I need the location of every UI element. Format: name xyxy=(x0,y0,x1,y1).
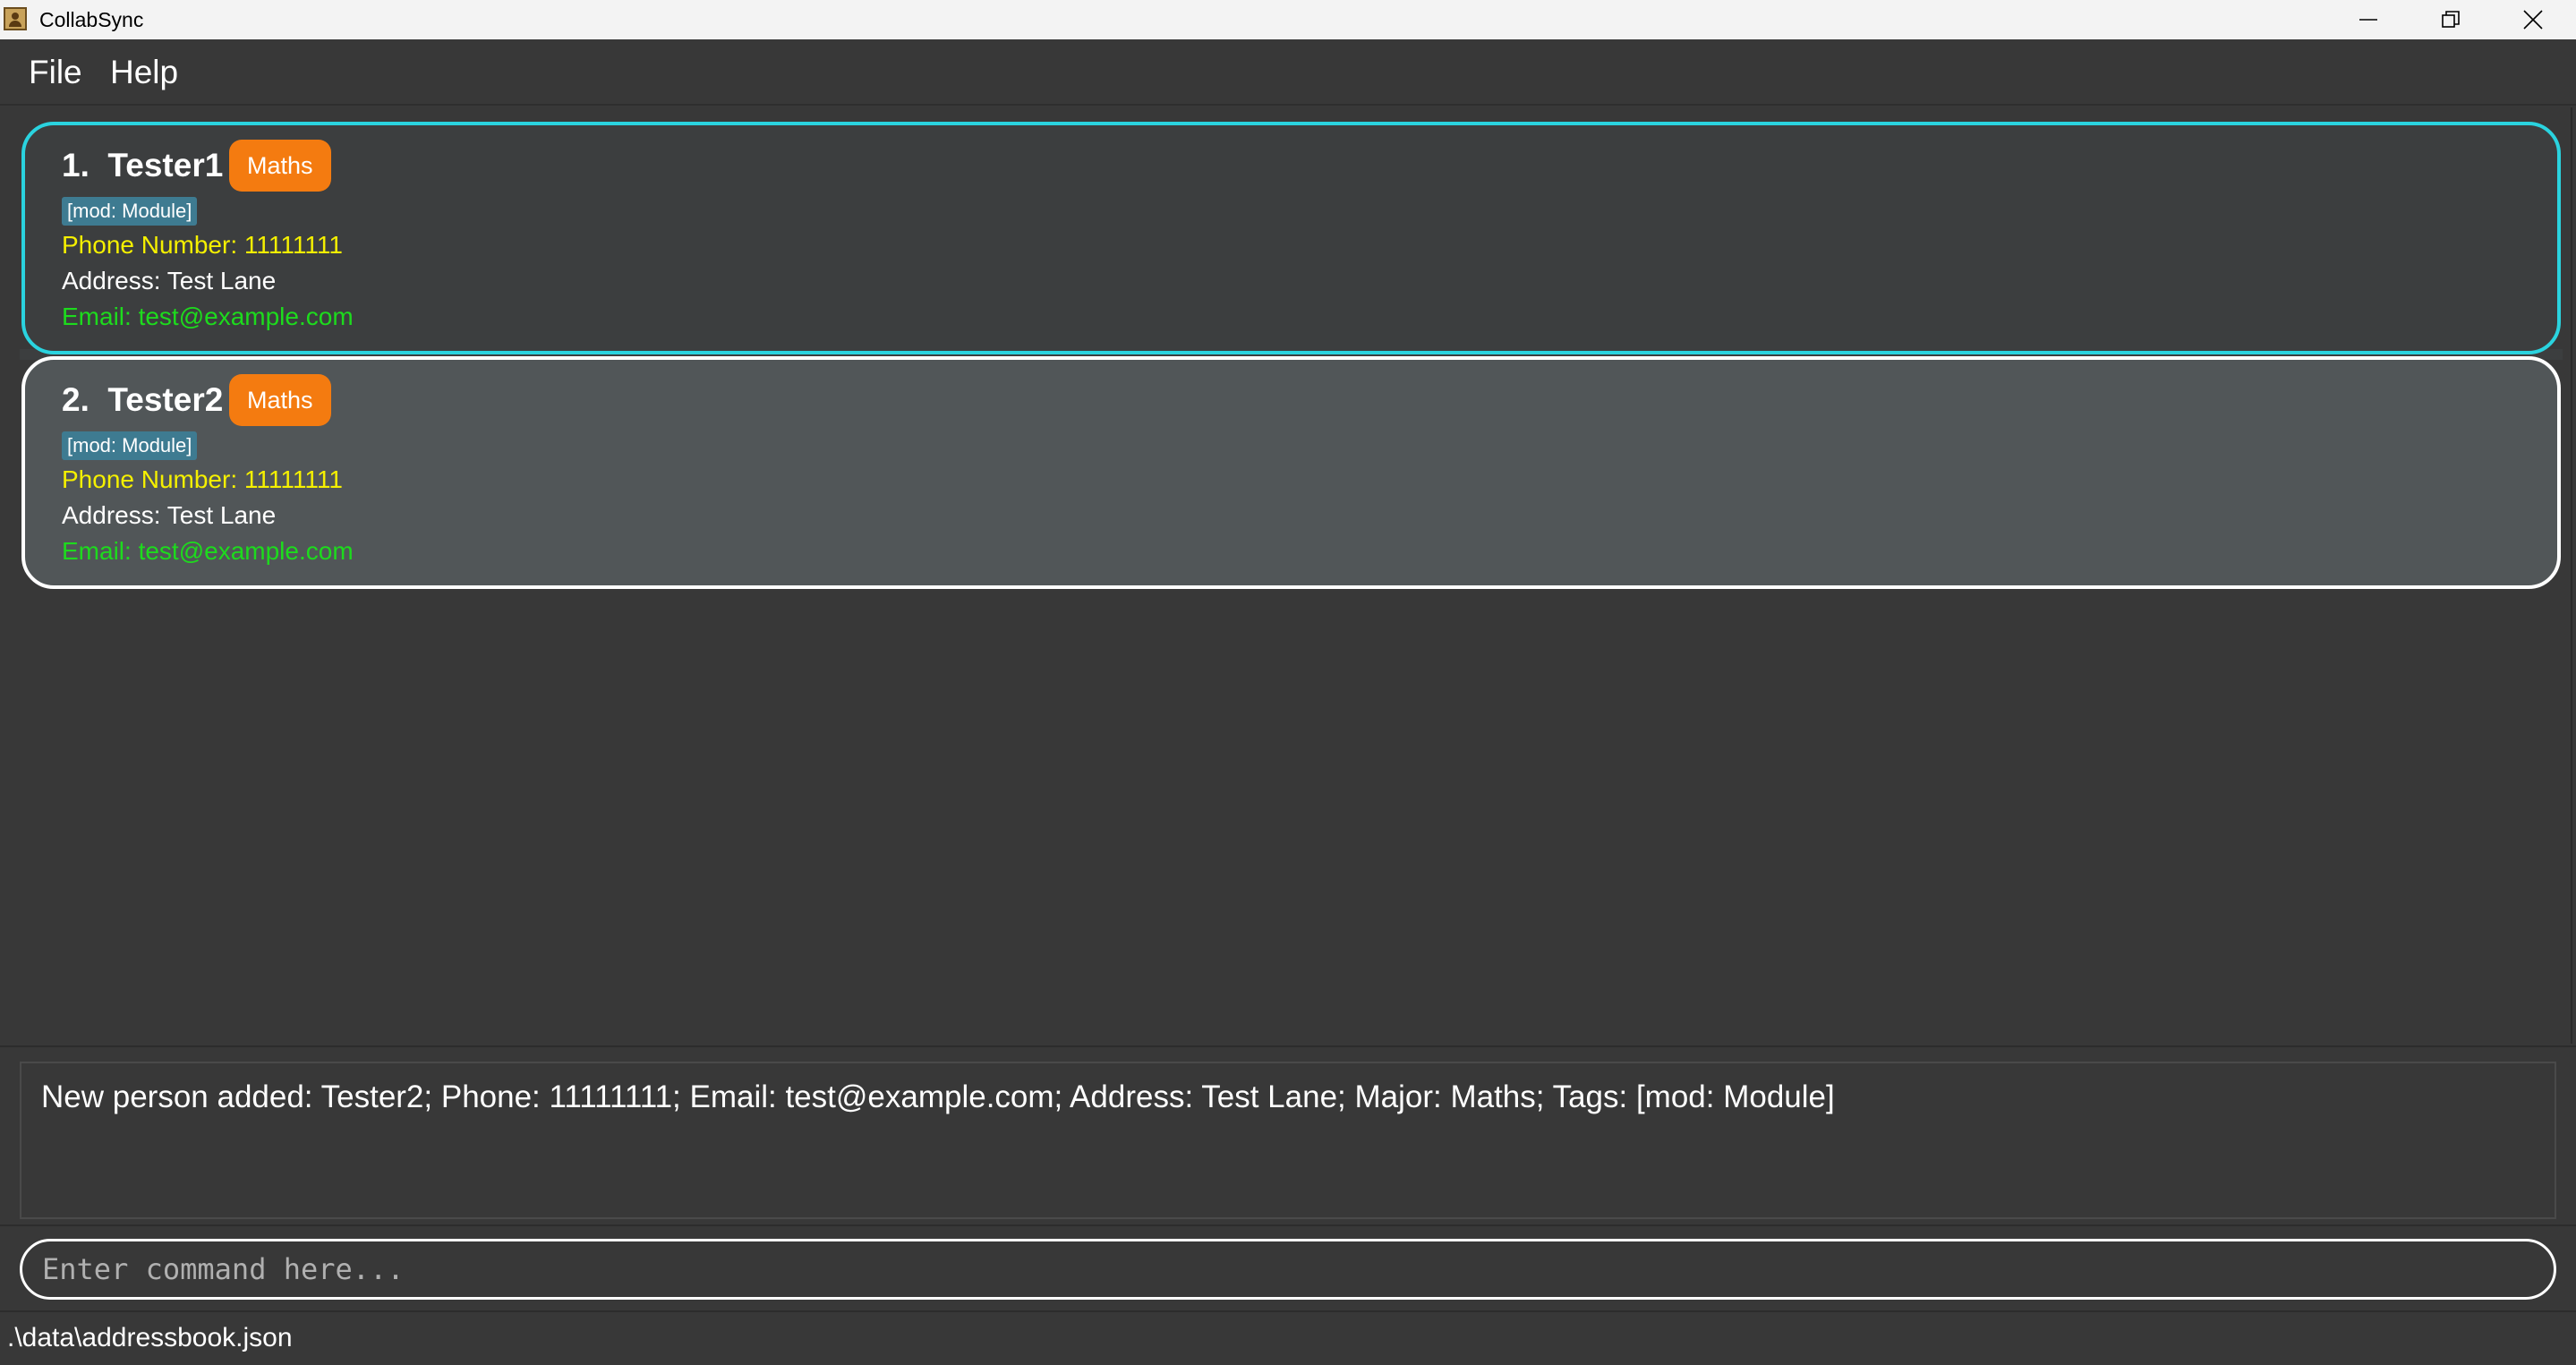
person-phone: Phone Number: 11111111 xyxy=(62,231,343,259)
tag-chip: [mod: Module] xyxy=(62,197,198,226)
restore-icon xyxy=(2442,11,2460,28)
minimize-icon xyxy=(2359,19,2377,21)
title-bar: CollabSync xyxy=(0,0,2576,39)
person-phone: Phone Number: 11111111 xyxy=(62,465,343,493)
tag-chip: [mod: Module] xyxy=(62,431,198,460)
person-address: Address: Test Lane xyxy=(62,267,277,294)
result-display[interactable]: New person added: Tester2; Phone: 111111… xyxy=(20,1062,2556,1219)
restore-button[interactable] xyxy=(2410,0,2492,39)
person-card[interactable]: 2. Tester2 Maths [mod: Module] Phone Num… xyxy=(21,356,2561,589)
person-email: Email: test@example.com xyxy=(62,303,354,330)
app-icon xyxy=(4,7,27,30)
menu-file[interactable]: File xyxy=(29,54,82,91)
menu-help[interactable]: Help xyxy=(110,54,178,91)
person-name: 1. Tester1 xyxy=(62,147,224,183)
window-title: CollabSync xyxy=(39,8,144,31)
close-icon xyxy=(2523,10,2543,30)
save-location: .\data\addressbook.json xyxy=(7,1323,293,1352)
result-panel: New person added: Tester2; Phone: 111111… xyxy=(0,1045,2576,1226)
person-name: 2. Tester2 xyxy=(62,381,224,418)
minimize-button[interactable] xyxy=(2327,0,2410,39)
menu-bar: File Help xyxy=(0,39,2576,106)
person-list[interactable]: 1. Tester1 Maths [mod: Module] Phone Num… xyxy=(4,107,2572,1044)
major-badge: Maths xyxy=(229,374,331,426)
person-address: Address: Test Lane xyxy=(62,501,277,529)
result-message: New person added: Tester2; Phone: 111111… xyxy=(41,1079,1835,1114)
command-input[interactable] xyxy=(20,1239,2556,1300)
major-badge: Maths xyxy=(229,140,331,192)
person-card[interactable]: 1. Tester1 Maths [mod: Module] Phone Num… xyxy=(21,122,2561,354)
command-panel xyxy=(0,1224,2576,1312)
person-email: Email: test@example.com xyxy=(62,537,354,565)
close-button[interactable] xyxy=(2492,0,2574,39)
status-bar: .\data\addressbook.json xyxy=(0,1310,2576,1365)
